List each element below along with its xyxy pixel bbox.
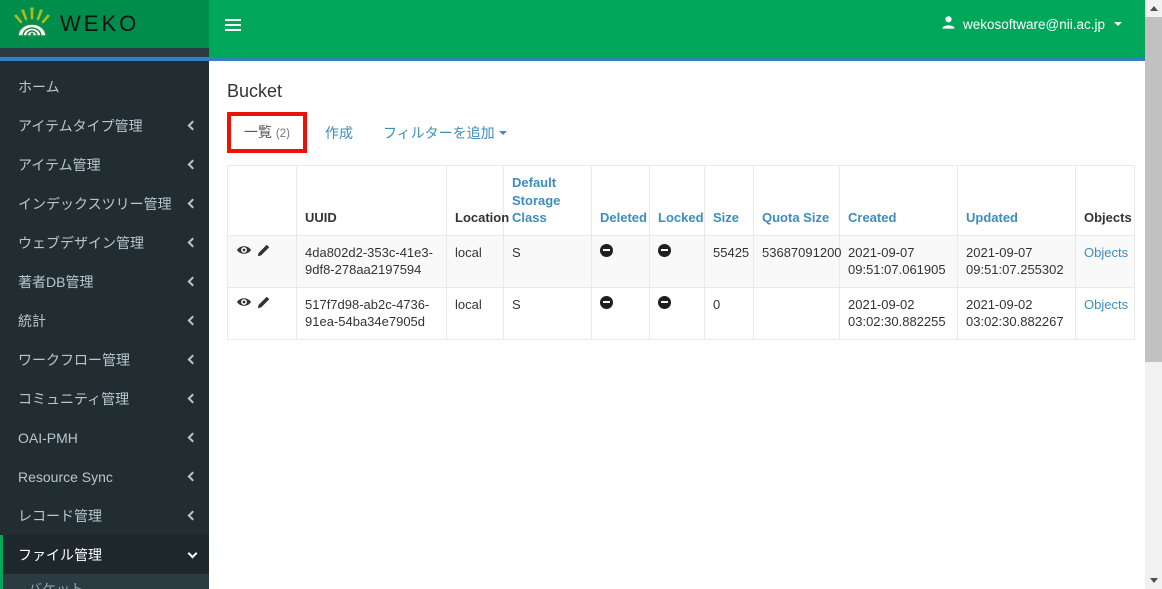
- sidebar-item-home[interactable]: ホーム: [0, 67, 209, 106]
- cell-locked: [649, 286, 705, 340]
- cell-deleted: [591, 286, 650, 340]
- bucket-table: UUID Location Default Storage Class Dele…: [227, 165, 1135, 340]
- sidebar-toggle-icon[interactable]: [209, 0, 257, 50]
- scroll-up-icon[interactable]: [1145, 0, 1162, 17]
- cell-created: 2021-09-07 09:51:07.061905: [839, 234, 958, 288]
- cell-deleted: [591, 234, 650, 288]
- sidebar-item-webdesign-mgmt[interactable]: ウェブデザイン管理: [0, 223, 209, 262]
- chevron-left-icon: [187, 510, 198, 521]
- view-icon[interactable]: [236, 244, 252, 256]
- chevron-left-icon: [187, 237, 198, 248]
- chevron-left-icon: [187, 471, 198, 482]
- cell-quota-size: 53687091200: [753, 234, 842, 288]
- sidebar-item-oai-pmh[interactable]: OAI-PMH: [0, 418, 209, 457]
- objects-link[interactable]: Objects: [1084, 297, 1128, 312]
- chevron-left-icon: [187, 120, 198, 131]
- chevron-left-icon: [187, 198, 198, 209]
- scrollbar-thumb[interactable]: [1145, 17, 1162, 362]
- col-location: Location: [446, 165, 509, 236]
- sidebar-item-authordb-mgmt[interactable]: 著者DB管理: [0, 262, 209, 301]
- user-icon: [941, 15, 956, 33]
- user-menu[interactable]: wekosoftware@nii.ac.jp: [941, 0, 1162, 33]
- minus-circle-icon: [658, 243, 671, 257]
- sidebar-item-item-mgmt[interactable]: アイテム管理: [0, 145, 209, 184]
- cell-storage-class: S: [503, 286, 592, 340]
- cell-uuid: 4da802d2-353c-41e3-9df8-278aa2197594: [296, 234, 447, 288]
- chevron-left-icon: [187, 432, 198, 443]
- sidebar-item-indextree-mgmt[interactable]: インデックスツリー管理: [0, 184, 209, 223]
- cell-location: local: [446, 234, 504, 288]
- logo-bottom-strip: [0, 48, 209, 57]
- view-icon[interactable]: [236, 296, 252, 308]
- brand-logo[interactable]: WEKO: [0, 0, 209, 57]
- vertical-scrollbar[interactable]: [1145, 0, 1162, 589]
- caret-down-icon: [498, 130, 507, 135]
- col-size: Size: [704, 165, 754, 236]
- col-created: Created: [839, 165, 958, 236]
- sidebar-item-statistics[interactable]: 統計: [0, 301, 209, 340]
- cell-created: 2021-09-02 03:02:30.882255: [839, 286, 958, 340]
- weko-logo-icon: [14, 6, 50, 43]
- add-filter-dropdown[interactable]: フィルターを追加: [383, 123, 507, 143]
- brand-name: WEKO: [60, 11, 140, 36]
- chevron-down-icon: [1114, 22, 1122, 26]
- sidebar-item-record-mgmt[interactable]: レコード管理: [0, 496, 209, 535]
- content-area: Bucket 一覧 (2) 作成 フィルターを追加 UUID Location …: [209, 61, 1162, 589]
- cell-size: 0: [704, 286, 754, 340]
- sidebar: ホーム アイテムタイプ管理 アイテム管理 インデックスツリー管理 ウェブデザイン…: [0, 61, 209, 589]
- minus-circle-icon: [600, 295, 613, 309]
- user-email: wekosoftware@nii.ac.jp: [962, 16, 1105, 32]
- chevron-left-icon: [187, 159, 198, 170]
- col-objects: Objects: [1075, 165, 1135, 236]
- cell-locked: [649, 234, 705, 288]
- navbar: wekosoftware@nii.ac.jp: [209, 0, 1162, 57]
- cell-quota-size: [753, 286, 840, 340]
- chevron-down-icon: [187, 548, 198, 558]
- cell-storage-class: S: [503, 234, 592, 288]
- edit-pencil-icon[interactable]: [257, 296, 270, 309]
- objects-link[interactable]: Objects: [1084, 245, 1128, 260]
- cell-updated: 2021-09-07 09:51:07.255302: [957, 234, 1076, 288]
- cell-updated: 2021-09-02 03:02:30.882267: [957, 286, 1076, 340]
- tab-list-count: (2): [275, 128, 290, 140]
- table-row: 4da802d2-353c-41e3-9df8-278aa2197594 loc…: [227, 234, 1135, 288]
- cell-location: local: [446, 286, 504, 340]
- sidebar-item-resource-sync[interactable]: Resource Sync: [0, 457, 209, 496]
- minus-circle-icon: [600, 243, 613, 257]
- chevron-left-icon: [187, 315, 198, 326]
- minus-circle-icon: [658, 295, 671, 309]
- col-updated: Updated: [957, 165, 1076, 236]
- tab-bar: 一覧 (2) 作成 フィルターを追加: [227, 112, 1151, 153]
- chevron-left-icon: [187, 276, 198, 287]
- sidebar-submenu-partial: バケット: [0, 574, 209, 589]
- col-actions: [227, 165, 297, 236]
- col-deleted: Deleted: [591, 165, 650, 236]
- cell-uuid: 517f7d98-ab2c-4736-91ea-54ba34e7905d: [296, 286, 447, 340]
- tab-create[interactable]: 作成: [325, 123, 353, 143]
- table-row: 517f7d98-ab2c-4736-91ea-54ba34e7905d loc…: [227, 286, 1135, 340]
- sidebar-subitem-bucket[interactable]: バケット: [3, 574, 209, 589]
- cell-size: 55425: [704, 234, 754, 288]
- top-bar: WEKO wekosoftware@nii.ac.jp: [0, 0, 1162, 57]
- chevron-left-icon: [187, 354, 198, 365]
- sidebar-item-community-mgmt[interactable]: コミュニティ管理: [0, 379, 209, 418]
- scroll-down-icon[interactable]: [1145, 572, 1162, 589]
- page-title: Bucket: [227, 81, 283, 101]
- edit-pencil-icon[interactable]: [257, 244, 270, 257]
- col-storage-class: Default Storage Class: [503, 165, 592, 236]
- annotation-box: 一覧 (2): [227, 112, 307, 153]
- col-locked: Locked: [649, 165, 705, 236]
- chevron-left-icon: [187, 393, 198, 404]
- tab-list[interactable]: 一覧 (2): [244, 124, 290, 140]
- col-quota-size: Quota Size: [753, 165, 840, 236]
- col-uuid: UUID: [296, 165, 447, 236]
- table-header-row: UUID Location Default Storage Class Dele…: [227, 165, 1135, 236]
- sidebar-item-itemtype-mgmt[interactable]: アイテムタイプ管理: [0, 106, 209, 145]
- sidebar-item-file-mgmt[interactable]: ファイル管理: [0, 535, 209, 574]
- sidebar-item-workflow-mgmt[interactable]: ワークフロー管理: [0, 340, 209, 379]
